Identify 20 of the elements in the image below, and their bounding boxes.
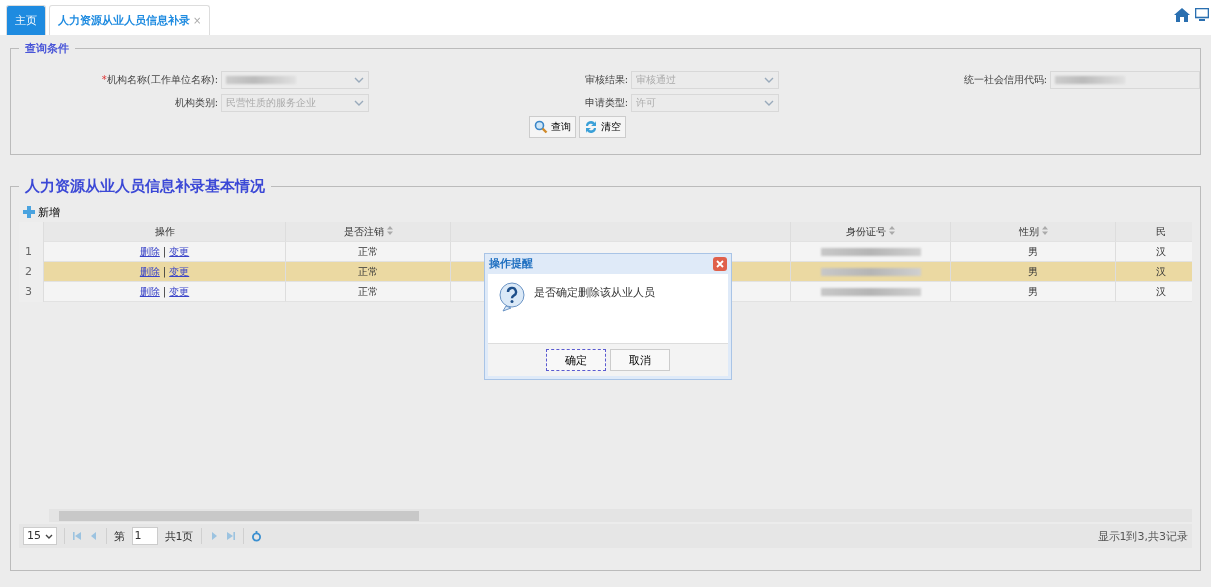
- field-label: 统一社会信用代码:: [963, 73, 1047, 87]
- page-count-text: 共1页: [164, 528, 194, 544]
- row-number: 3: [19, 282, 44, 302]
- page-label: 第: [113, 528, 125, 544]
- table-cell: 正常: [286, 282, 451, 302]
- field-label: 机构类别:: [174, 96, 218, 110]
- field-label: 审核结果:: [584, 73, 628, 87]
- dialog-message: 是否确定删除该从业人员: [534, 285, 655, 300]
- separator-text: |: [162, 266, 167, 277]
- row-number: 1: [19, 242, 44, 262]
- separator-text: |: [162, 286, 167, 297]
- field-label: *机构名称(工作单位名称):: [101, 73, 218, 87]
- table-cell: 男: [951, 282, 1116, 302]
- field-label: 申请类型:: [584, 96, 628, 110]
- separator-text: |: [162, 246, 167, 257]
- record-summary: 显示1到3,共3记录: [1097, 528, 1188, 544]
- table-cell: 汉: [1116, 282, 1192, 302]
- section-title: 查询条件: [24, 41, 70, 56]
- section-title: 人力资源从业人员信息补录基本情况: [24, 177, 266, 196]
- row-number: 2: [19, 262, 44, 282]
